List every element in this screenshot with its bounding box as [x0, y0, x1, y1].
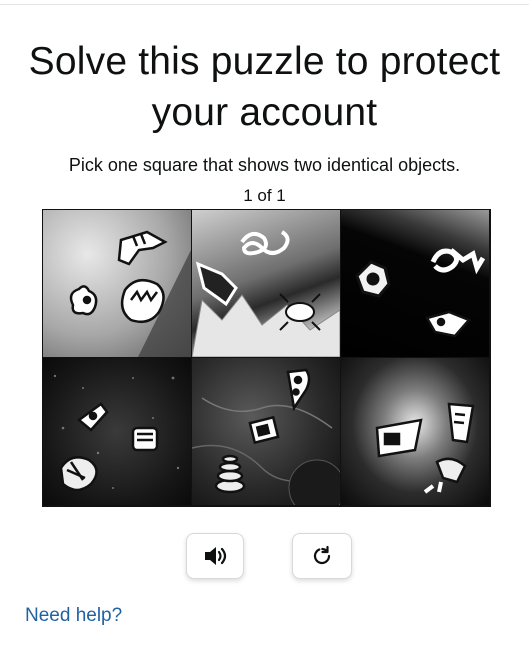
- refresh-icon: [313, 545, 331, 565]
- puzzle-tile-2[interactable]: [192, 210, 340, 357]
- need-help-link[interactable]: Need help?: [25, 604, 122, 628]
- tag-icon: [425, 310, 472, 338]
- boot-icon: [195, 261, 238, 307]
- puzzle-tile-1[interactable]: [43, 210, 191, 357]
- top-divider: [0, 4, 529, 5]
- tower-icon: [423, 457, 467, 494]
- bird-icon: [69, 285, 98, 316]
- puzzle-tile-4[interactable]: [43, 358, 191, 505]
- dispenser-icon: [131, 426, 159, 452]
- fish-icon: [117, 230, 168, 266]
- shell-icon: [59, 456, 98, 492]
- puzzle-counter: 1 of 1: [243, 186, 286, 205]
- crown-face-icon: [120, 278, 165, 323]
- coil-icon: [214, 454, 246, 494]
- card-icon: [248, 415, 280, 445]
- cup-icon: [447, 402, 475, 444]
- page-title: Solve this puzzle to protect your accoun…: [28, 40, 501, 134]
- puzzle-tile-5[interactable]: [192, 358, 340, 505]
- audio-challenge-button[interactable]: [186, 533, 244, 579]
- puzzle-tile-3[interactable]: [341, 210, 489, 357]
- puzzle-tile-6[interactable]: [341, 358, 489, 505]
- hexagon-nut-icon: [355, 260, 391, 298]
- flag-icon: [375, 418, 423, 458]
- pizza-slice-icon: [286, 368, 311, 412]
- knot-icon: [240, 230, 290, 256]
- refresh-button[interactable]: [292, 533, 352, 579]
- chain-link-icon: [430, 248, 486, 275]
- puzzle-instruction: Pick one square that shows two identical…: [68, 155, 461, 175]
- puzzle-grid: [42, 209, 491, 507]
- speaker-icon: [205, 547, 227, 565]
- rocket-icon: [76, 402, 109, 432]
